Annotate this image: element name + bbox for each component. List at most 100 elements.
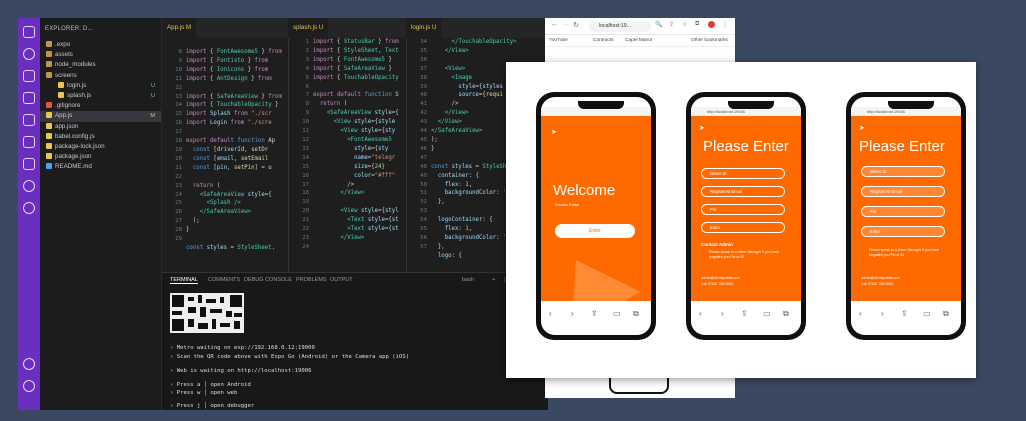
- enter-button[interactable]: Enter: [555, 224, 635, 238]
- back-icon[interactable]: ←: [551, 21, 558, 28]
- git-status-badge: U: [151, 82, 155, 89]
- github-icon[interactable]: [23, 180, 35, 192]
- extensions-icon[interactable]: [23, 114, 35, 126]
- file-tree: .expo assets node_modulesscreens login.js Us…: [40, 40, 161, 172]
- tab-comments[interactable]: COMMENTS: [208, 277, 240, 283]
- file-icon: [46, 142, 52, 149]
- file-name: app.json: [55, 122, 79, 130]
- bookmark-contracts[interactable]: Contracts: [593, 38, 614, 43]
- line-numbers: 34 35 36 37 38 39 40 41 42 43 44 45 46 47 48 49 50 51 52 53…: [420, 39, 427, 250]
- file-icon: [46, 132, 52, 139]
- run-debug-icon[interactable]: [23, 92, 35, 104]
- bookmark-capel-manor[interactable]: Capel Manor: [625, 38, 652, 43]
- contact-admin-label[interactable]: Contact Admin: [701, 242, 733, 247]
- activity-bar: [18, 18, 40, 410]
- file-tree-item[interactable]: assets: [40, 50, 161, 60]
- welcome-title: Welcome: [553, 182, 616, 199]
- vscode-window: EXPLORER: D... .expo assets node_modulessc…: [18, 18, 548, 410]
- file-tree-item[interactable]: .expo: [40, 40, 161, 50]
- terminal-line: › Press w │ open web: [170, 390, 238, 396]
- enter-button[interactable]: Enter: [861, 226, 945, 237]
- driver-id-field[interactable]: Driver ID: [861, 166, 945, 177]
- account-icon[interactable]: [23, 202, 35, 214]
- tab-output[interactable]: OUTPUT: [330, 277, 353, 283]
- email-field[interactable]: Registered Email: [861, 186, 945, 197]
- phone-login-2: http://localhost:19006 ➤ Please Enter Dr…: [846, 92, 966, 340]
- remote-icon[interactable]: [23, 136, 35, 148]
- terminal-panel[interactable]: TERMINAL COMMENTS DEBUG CONSOLE PROBLEMS…: [162, 272, 548, 410]
- phone-screen: http://localhost:19006 ➤ Please Enter Dr…: [851, 97, 961, 335]
- file-name: package-lock.json: [55, 142, 105, 150]
- tab-problems[interactable]: PROBLEMS: [296, 277, 327, 283]
- folder-icon: [46, 71, 52, 78]
- file-name: splash.js: [67, 91, 92, 99]
- terminal-line: › Scan the QR code above with Expo Go (A…: [170, 354, 410, 360]
- forward-icon[interactable]: →: [562, 21, 569, 28]
- welcome-screen: ➤ Welcome Drivers Portal Enter: [541, 116, 651, 301]
- email-field[interactable]: Registered Email: [701, 186, 785, 197]
- file-name: node_modules: [55, 61, 96, 69]
- explorer-header: EXPLORER: D...: [45, 26, 94, 32]
- pin-field[interactable]: Pin: [701, 204, 785, 215]
- phone-screen: http://localhost:19006 ➤ Please Enter Dr…: [691, 97, 801, 335]
- file-tree-item[interactable]: splash.js U: [40, 91, 161, 101]
- search-icon[interactable]: [23, 48, 35, 60]
- tab-splash-js[interactable]: splash.js U: [288, 18, 329, 38]
- file-name: .gitignore: [55, 102, 81, 110]
- tab-terminal[interactable]: TERMINAL: [170, 277, 198, 284]
- file-name: package.json: [55, 153, 92, 161]
- file-tree-item[interactable]: login.js U: [40, 81, 161, 91]
- driver-id-field[interactable]: Driver ID: [701, 168, 785, 179]
- profile-avatar[interactable]: [708, 21, 715, 28]
- tab-debug-console[interactable]: DEBUG CONSOLE: [244, 277, 292, 283]
- file-tree-item[interactable]: README.md: [40, 162, 161, 172]
- app-tabs: App.js M: [162, 18, 288, 38]
- file-icon: [46, 102, 52, 109]
- login-tabs: login.js U: [406, 18, 548, 38]
- phone-preview-bottom: [609, 378, 669, 394]
- file-name: login.js: [67, 81, 87, 89]
- file-tree-item[interactable]: package-lock.json: [40, 142, 161, 152]
- file-tree-item[interactable]: app.json: [40, 122, 161, 132]
- share-icon[interactable]: ⇪: [669, 21, 674, 28]
- add-terminal-icon[interactable]: +: [492, 277, 495, 283]
- contact-note: Please speak to a driver Manager if you …: [869, 248, 940, 257]
- tab-app-js[interactable]: App.js M: [162, 18, 197, 38]
- bookmark-other[interactable]: Other bookmarks: [691, 38, 728, 43]
- enter-button[interactable]: Enter: [701, 222, 785, 233]
- files-icon[interactable]: [23, 26, 35, 38]
- shell-selector[interactable]: bash: [462, 277, 474, 283]
- line-numbers: 8 9 10 11 12 13 14 15 16 17 18 19 20 21 22 23 24 25 26 27 28…: [175, 49, 182, 243]
- folder-icon: [46, 51, 52, 58]
- notch: [728, 101, 774, 109]
- phone-login-1: http://localhost:19006 ➤ Please Enter Dr…: [686, 92, 806, 340]
- settings-gear-icon[interactable]: [23, 380, 35, 392]
- file-tree-item[interactable]: package.json: [40, 152, 161, 162]
- splash-editor[interactable]: 1 2 3 4 5 6 7 8 9 10 11 12 13 14 15 16 17 18 19 20 21 22 23 24 …: [288, 38, 406, 278]
- line-numbers: 1 2 3 4 5 6 7 8 9 10 11 12 13 14 15 16 17 18 19 20 21 22 23 24: [302, 39, 309, 250]
- tab-login-js[interactable]: login.js U: [406, 18, 442, 38]
- admin-email: admin@drivesportal.com: [861, 276, 900, 280]
- app-editor[interactable]: 8 9 10 11 12 13 14 15 16 17 18 19 20 21 22 23 24 25 26 27 28…: [162, 38, 288, 278]
- file-tree-item[interactable]: .gitignore: [40, 101, 161, 111]
- file-icon: [46, 163, 52, 170]
- file-tree-item[interactable]: screens: [40, 71, 161, 81]
- reload-icon[interactable]: ↻: [573, 21, 579, 29]
- file-tree-item[interactable]: babel.config.js: [40, 132, 161, 142]
- extensions-icon[interactable]: ⧉: [695, 21, 699, 28]
- star-icon[interactable]: ☆: [682, 21, 687, 28]
- bookmark-youtube[interactable]: YouTube: [549, 38, 568, 43]
- test-icon[interactable]: [23, 158, 35, 170]
- address-bar[interactable]: localhost:19...: [589, 21, 651, 32]
- source-control-icon[interactable]: [23, 70, 35, 82]
- menu-icon[interactable]: ⋮: [722, 21, 728, 28]
- profile-icon[interactable]: [23, 358, 35, 370]
- folder-icon: [46, 41, 52, 47]
- search-icon[interactable]: 🔍: [655, 21, 662, 28]
- welcome-subtitle: Drivers Portal: [555, 202, 580, 207]
- file-tree-item[interactable]: App.js M: [40, 111, 161, 122]
- terminal-line: › Metro waiting on exp://192.168.0.12:19…: [170, 345, 315, 351]
- file-tree-item[interactable]: node_modules: [40, 60, 161, 70]
- pin-field[interactable]: Pin: [861, 206, 945, 217]
- phone-nav-bar: ‹ › ⇪ ▭ ⧉: [541, 301, 651, 335]
